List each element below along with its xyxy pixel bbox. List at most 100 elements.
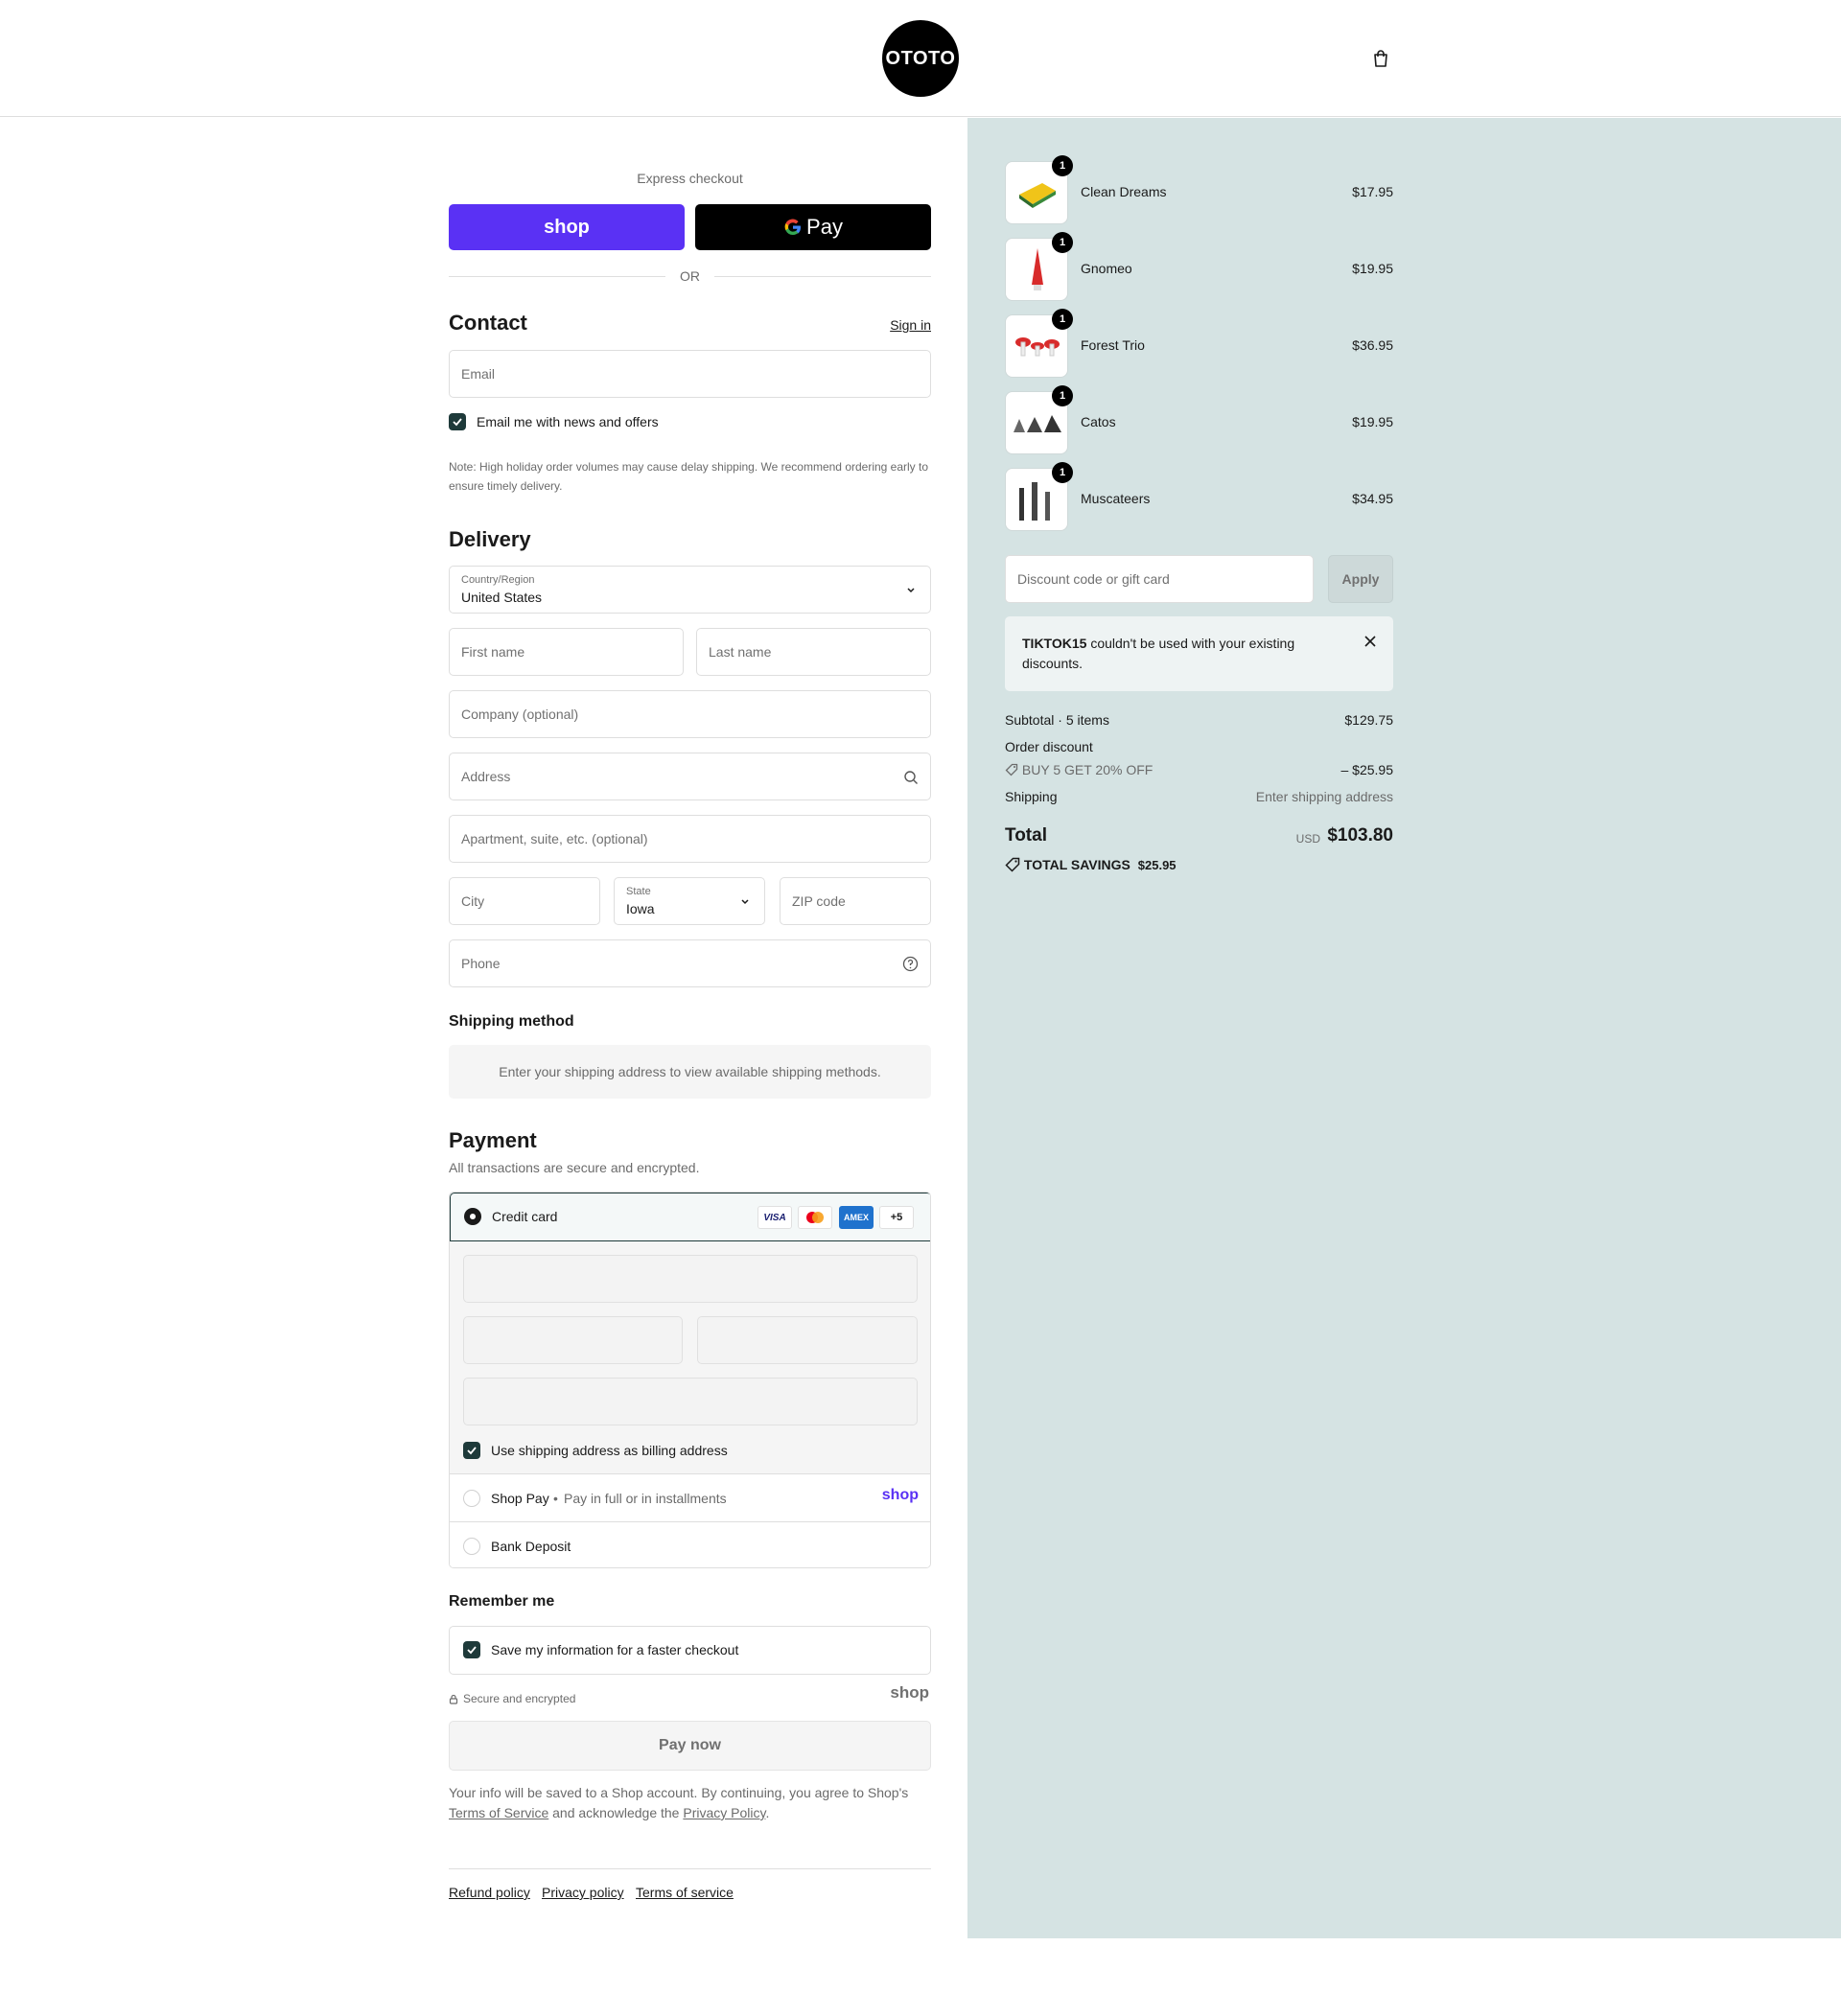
subtotal-label: Subtotal · 5 items [1005,712,1109,728]
item-price: $19.95 [1352,261,1393,276]
visa-icon: VISA [757,1206,792,1229]
order-summary: 1 Clean Dreams $17.95 1 Gnomeo $19.95 1 … [967,118,1841,1938]
discount-value: – $25.95 [1340,762,1394,777]
last-name-placeholder: Last name [709,644,772,660]
shipping-row: Shipping Enter shipping address [1005,789,1393,804]
contact-title: Contact [449,311,527,335]
subtotal-row: Subtotal · 5 items $129.75 [1005,712,1393,728]
store-logo[interactable]: OTOTO [882,20,959,97]
search-icon [904,771,918,784]
total-label: Total [1005,825,1047,846]
apartment-placeholder: Apartment, suite, etc. (optional) [461,831,648,846]
radio-unselected[interactable] [463,1538,480,1555]
refund-policy-link[interactable]: Refund policy [449,1885,530,1900]
email-field[interactable]: Email [449,350,931,398]
address-field[interactable]: Address [449,753,931,800]
item-name: Gnomeo [1081,261,1132,276]
shop-pay-label: Shop Pay [491,1491,549,1506]
terms-of-service-link[interactable]: Terms of service [636,1885,734,1900]
holiday-note: Note: High holiday order volumes may cau… [449,460,929,493]
quantity-badge: 1 [1052,462,1073,483]
sign-in-link[interactable]: Sign in [890,317,931,333]
discount-code-field[interactable]: Discount code or gift card [1005,555,1314,603]
subtotal-value: $129.75 [1344,712,1393,728]
currency-code: USD [1295,832,1320,846]
mastercard-icon [798,1206,832,1229]
item-price: $36.95 [1352,337,1393,353]
google-g-icon [784,219,802,236]
check-icon [467,1447,477,1455]
item-name: Clean Dreams [1081,184,1167,199]
city-field[interactable]: City [449,877,600,925]
lock-icon [449,1694,458,1704]
name-on-card-field[interactable] [463,1378,918,1425]
pay-now-button[interactable]: Pay now [449,1721,931,1771]
state-select[interactable]: State Iowa [614,877,765,925]
phone-placeholder: Phone [461,956,501,971]
apartment-field[interactable]: Apartment, suite, etc. (optional) [449,815,931,863]
secure-label: Secure and encrypted [463,1692,576,1705]
save-info-checkbox[interactable] [463,1641,480,1658]
more-cards-badge: +5 [879,1206,914,1229]
legal-text: Your info will be saved to a Shop accoun… [449,1783,931,1823]
city-placeholder: City [461,893,485,909]
shopping-bag-icon[interactable] [1371,49,1390,68]
state-label: State [626,886,651,897]
privacy-policy-link[interactable]: Privacy policy [542,1885,624,1900]
header: OTOTO [0,0,1841,117]
google-pay-text: Pay [806,215,843,239]
card-number-field[interactable] [463,1255,918,1303]
cart-item: 1 Forest Trio $36.95 [1005,309,1393,378]
shipping-value: Enter shipping address [1255,789,1393,804]
quantity-badge: 1 [1052,309,1073,330]
phone-field[interactable]: Phone [449,939,931,987]
cart-item: 1 Muscateers $34.95 [1005,462,1393,531]
zip-placeholder: ZIP code [792,893,846,909]
google-pay-button[interactable]: Pay [695,204,931,250]
quantity-badge: 1 [1052,232,1073,253]
terms-link[interactable]: Terms of Service [449,1805,548,1820]
news-label: Email me with news and offers [477,414,659,429]
shop-logo: shop [890,1683,929,1702]
security-code-field[interactable] [697,1316,918,1364]
item-price: $34.95 [1352,491,1393,506]
legal-part1: Your info will be saved to a Shop accoun… [449,1785,909,1800]
country-value: United States [461,590,543,605]
first-name-field[interactable]: First name [449,628,684,676]
credit-card-option[interactable]: Credit card VISA AMEX +5 [450,1193,930,1241]
cart-item: 1 Catos $19.95 [1005,385,1393,454]
expiry-field[interactable] [463,1316,683,1364]
radio-unselected[interactable] [463,1490,480,1507]
country-select[interactable]: Country/Region United States [449,566,931,614]
last-name-field[interactable]: Last name [696,628,931,676]
company-field[interactable]: Company (optional) [449,690,931,738]
logo-text: OTOTO [885,47,956,69]
radio-selected[interactable] [464,1208,481,1225]
billing-same-checkbox[interactable] [463,1442,480,1459]
news-checkbox[interactable] [449,413,466,430]
payment-title: Payment [449,1128,537,1152]
item-name: Forest Trio [1081,337,1145,353]
error-code: TIKTOK15 [1022,636,1087,651]
zip-field[interactable]: ZIP code [780,877,931,925]
shop-pay-logo: shop [881,1487,919,1503]
shop-pay-button[interactable]: shop [449,204,685,250]
discount-name: BUY 5 GET 20% OFF [1021,762,1154,777]
help-circle-icon[interactable] [902,956,919,972]
privacy-link[interactable]: Privacy Policy [683,1805,765,1820]
express-checkout-label: Express checkout [637,171,743,186]
close-icon[interactable] [1364,636,1376,647]
payment-subtitle: All transactions are secure and encrypte… [449,1160,700,1175]
delivery-title: Delivery [449,527,531,551]
legal-end: . [765,1805,770,1820]
apply-button[interactable]: Apply [1328,555,1393,603]
save-info-box[interactable]: Save my information for a faster checkou… [449,1626,931,1675]
quantity-badge: 1 [1052,155,1073,176]
shop-pay-option[interactable]: Shop Pay • Pay in full or in installment… [450,1473,930,1521]
bank-deposit-option[interactable]: Bank Deposit [450,1521,930,1567]
cart-item: 1 Clean Dreams $17.95 [1005,155,1393,224]
legal-part2: and acknowledge the [552,1805,680,1820]
country-label: Country/Region [461,574,535,586]
check-icon [467,1646,477,1655]
shop-pay-text: shop [544,216,590,238]
